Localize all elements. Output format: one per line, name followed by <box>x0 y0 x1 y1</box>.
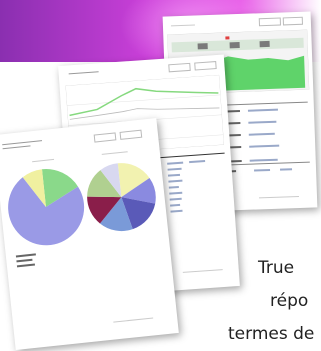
sheet-front-button-2 <box>119 129 143 140</box>
sheet-front-pie1-label <box>32 158 55 163</box>
report-sheet-front <box>0 118 179 350</box>
sheet-front-pie2-label <box>101 151 128 155</box>
sheet-front-title-line-1 <box>2 140 43 146</box>
sheet-mid-cell-4 <box>168 185 179 189</box>
sheet-back-foot-b <box>254 168 271 172</box>
sheet-mid-col2 <box>189 160 206 164</box>
sheet-mid-cell-6 <box>169 197 182 201</box>
sheet-front-pie-chart-1 <box>8 169 85 246</box>
sheet-back-row3-b <box>248 132 275 136</box>
body-text-line-1: True <box>258 258 295 278</box>
sheet-mid-title-line <box>68 71 99 75</box>
sheet-front-legend-1 <box>15 253 36 258</box>
sheet-mid-button-2 <box>194 61 217 71</box>
sheet-back-button-1 <box>258 17 282 27</box>
body-text-line-2: répo <box>270 291 309 311</box>
sheet-back-row5-b <box>249 158 278 162</box>
sheet-mid-cell-7 <box>170 203 181 207</box>
sheet-front-footer <box>113 317 154 323</box>
sheet-mid-cell-8 <box>170 209 183 213</box>
sheet-back-title-line <box>170 24 195 27</box>
sheet-mid-col1 <box>167 161 184 165</box>
sheet-mid-cell-3 <box>168 179 183 183</box>
sheet-back-row2-b <box>248 120 277 124</box>
sheet-mid-footer <box>182 269 223 273</box>
sheet-front-title-line-2 <box>2 145 31 150</box>
sheet-front-pie-chart-2 <box>87 163 156 232</box>
sheet-front-button-1 <box>93 132 117 143</box>
sheet-back-row1-a <box>225 110 240 113</box>
sheet-back-row4-b <box>249 144 280 148</box>
sheet-front-legend-3 <box>16 263 36 268</box>
sheet-mid-cell-2 <box>167 173 181 177</box>
sheet-mid-cell-5 <box>169 191 183 195</box>
sheet-back-footer <box>258 195 300 199</box>
sheet-back-foot-c <box>280 168 293 171</box>
sheet-back-button-2 <box>282 16 303 26</box>
sheet-back-row1-b <box>247 108 278 112</box>
sheet-mid-button-1 <box>168 62 191 73</box>
sheet-front-legend-2 <box>16 258 33 263</box>
sheet-mid-cell-1 <box>167 167 182 171</box>
body-text-line-3: termes de <box>228 324 315 344</box>
